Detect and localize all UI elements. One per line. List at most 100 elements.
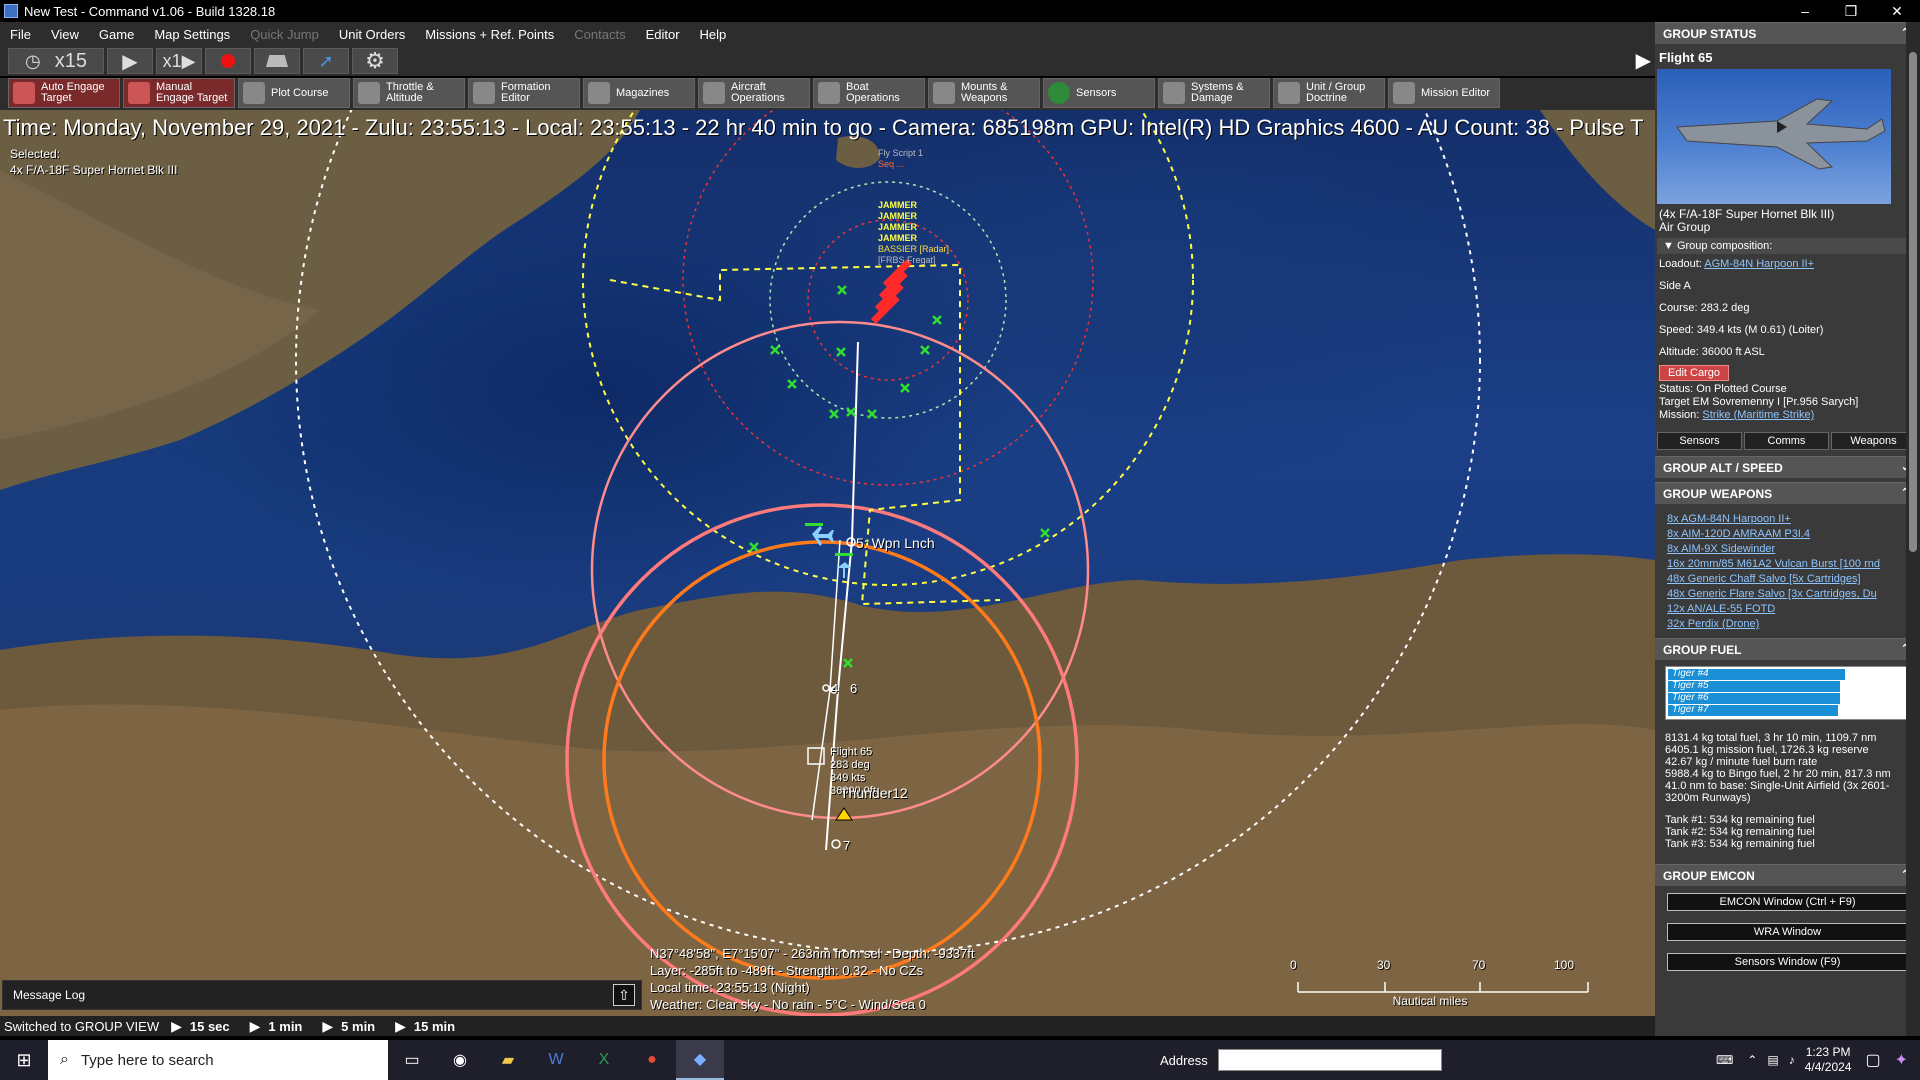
mission-editor-button[interactable]: Mission Editor <box>1388 78 1500 108</box>
group-fuel-header[interactable]: GROUP FUEL ⌃ <box>1655 638 1920 660</box>
file-explorer-icon[interactable]: ▰ <box>484 1040 532 1080</box>
sensors-window-button[interactable]: Sensors Window (F9) <box>1667 953 1908 971</box>
tool-label: Systems & Damage <box>1191 81 1244 104</box>
settings-button[interactable]: ⚙ <box>352 48 398 74</box>
panel-scrollbar[interactable] <box>1906 22 1920 1036</box>
auto-engage-button[interactable]: Auto Engage Target <box>8 78 120 108</box>
step-button[interactable]: x1 ▶ <box>156 48 202 74</box>
group-alt-speed-header[interactable]: GROUP ALT / SPEED ⌄ <box>1655 456 1920 478</box>
scale-tick-70: 70 <box>1472 958 1486 972</box>
keyboard-icon[interactable]: ⌨ <box>1716 1053 1733 1067</box>
app-icon-1[interactable]: ◉ <box>436 1040 484 1080</box>
tactical-map[interactable]: Fly Script 1 Seq ... JAMMER JAMMER JAMME… <box>0 110 1655 1016</box>
weapon-item[interactable]: 8x AIM-9X Sidewinder <box>1667 542 1908 557</box>
systems-damage-button[interactable]: Systems & Damage <box>1158 78 1270 108</box>
jump-button[interactable]: ➚ <box>303 48 349 74</box>
group-emcon-header[interactable]: GROUP EMCON ⌃ <box>1655 864 1920 886</box>
pause-ui-button[interactable] <box>254 48 300 74</box>
menu-map-settings[interactable]: Map Settings <box>144 27 240 42</box>
emcon-window-button[interactable]: EMCON Window (Ctrl + F9) <box>1667 893 1908 911</box>
menu-editor[interactable]: Editor <box>636 27 690 42</box>
sensors-button[interactable]: Sensors <box>1043 78 1155 108</box>
tray-clock[interactable]: 1:23 PM 4/4/2024 <box>1805 1045 1852 1075</box>
start-button[interactable]: ⊞ <box>0 1040 48 1080</box>
weapon-item[interactable]: 8x AGM-84N Harpoon II+ <box>1667 512 1908 527</box>
fuel-bar: Tiger #5 <box>1668 680 1907 692</box>
notification-icon[interactable]: ▢ <box>1865 1050 1880 1070</box>
time-compression-button[interactable]: ◷ x15 <box>8 48 104 74</box>
boat-operations-button[interactable]: Boat Operations <box>813 78 925 108</box>
selected-label: Selected: <box>10 147 61 161</box>
menu-file[interactable]: File <box>0 27 41 42</box>
tool-label: Manual Engage Target <box>156 81 228 104</box>
expand-log-button[interactable]: ⇧ <box>613 984 635 1006</box>
loadout-link[interactable]: AGM-84N Harpoon II+ <box>1704 258 1814 270</box>
record-button[interactable] <box>205 48 251 74</box>
weapon-item[interactable]: 32x Perdix (Drone) <box>1667 617 1908 632</box>
mounts-weapons-button[interactable]: Mounts & Weapons <box>928 78 1040 108</box>
weapon-item[interactable]: 48x Generic Chaff Salvo [5x Cartridges] <box>1667 572 1908 587</box>
formation-editor-button[interactable]: Formation Editor <box>468 78 580 108</box>
menu-game[interactable]: Game <box>89 27 144 42</box>
step-15sec[interactable]: 15 sec <box>190 1019 230 1034</box>
plot-course-icon <box>243 82 265 104</box>
fuel-line: Tank #3: 534 kg remaining fuel <box>1665 838 1815 850</box>
network-icon[interactable]: ▤ <box>1767 1053 1778 1067</box>
weapon-item[interactable]: 8x AIM-120D AMRAAM P3I.4 <box>1667 527 1908 542</box>
plot-course-button[interactable]: Plot Course <box>238 78 350 108</box>
taskbar-search[interactable]: ⌕ Type here to search <box>48 1040 388 1080</box>
group-weapons-header[interactable]: GROUP WEAPONS ⌃ <box>1655 482 1920 504</box>
scrollbar-thumb[interactable] <box>1909 52 1917 552</box>
menu-missions[interactable]: Missions + Ref. Points <box>415 27 564 42</box>
address-input[interactable] <box>1217 1049 1442 1071</box>
aircraft-icon <box>703 82 725 104</box>
menu-view[interactable]: View <box>41 27 89 42</box>
step-5min[interactable]: 5 min <box>341 1019 375 1034</box>
task-view-icon[interactable]: ▭ <box>388 1040 436 1080</box>
edit-cargo-button[interactable]: Edit Cargo <box>1659 365 1729 381</box>
menu-help[interactable]: Help <box>690 27 737 42</box>
aircraft-operations-button[interactable]: Aircraft Operations <box>698 78 810 108</box>
weapon-item[interactable]: 48x Generic Flare Salvo [3x Cartridges, … <box>1667 587 1908 602</box>
scale-tick-100: 100 <box>1554 958 1575 972</box>
word-icon[interactable]: W <box>532 1040 580 1080</box>
doctrine-button[interactable]: Unit / Group Doctrine <box>1273 78 1385 108</box>
contact-label: JAMMER <box>878 222 918 232</box>
chevron-up-icon[interactable]: ⌃ <box>1747 1053 1757 1067</box>
play-arrow-icon: ▶ <box>322 1017 334 1034</box>
menu-unit-orders[interactable]: Unit Orders <box>329 27 415 42</box>
volume-icon[interactable]: ♪ <box>1789 1053 1795 1067</box>
fuel-line: 41.0 nm to base: Single-Unit Airfield (3… <box>1665 780 1890 804</box>
chrome-icon[interactable]: ● <box>628 1040 676 1080</box>
command-taskbar-icon[interactable]: ◆ <box>676 1040 724 1080</box>
magazines-button[interactable]: Magazines <box>583 78 695 108</box>
step-15min[interactable]: 15 min <box>414 1019 455 1034</box>
tab-comms[interactable]: Comms <box>1744 432 1829 450</box>
thunder-label: Thunder12 <box>840 785 908 801</box>
section-title: GROUP EMCON <box>1663 868 1755 883</box>
weapon-item[interactable]: 12x AN/ALE-55 FOTD <box>1667 602 1908 617</box>
close-button[interactable]: ✕ <box>1874 0 1920 22</box>
group-status-header[interactable]: GROUP STATUS ⌃ <box>1655 22 1920 44</box>
copilot-icon[interactable]: ✦ <box>1895 1050 1908 1070</box>
excel-icon[interactable]: X <box>580 1040 628 1080</box>
speed: Speed: 349.4 kts (M 0.61) (Loiter) <box>1659 324 1824 336</box>
expand-panel-icon[interactable]: ▶ <box>1636 48 1651 73</box>
address-label: Address <box>1160 1052 1208 1068</box>
friendly-marker-green-2 <box>835 553 853 556</box>
tab-sensors[interactable]: Sensors <box>1657 432 1742 450</box>
cursor-local-time: Local time: 23:55:13 (Night) <box>650 980 810 995</box>
minimize-button[interactable]: – <box>1782 0 1828 22</box>
weapon-item[interactable]: 16x 20mm/85 M61A2 Vulcan Burst [100 rnd <box>1667 557 1908 572</box>
restore-button[interactable]: ❐ <box>1828 0 1874 22</box>
step-1min[interactable]: 1 min <box>268 1019 302 1034</box>
clock-icon: ◷ <box>25 50 41 71</box>
mission-link[interactable]: Strike (Maritime Strike) <box>1702 409 1814 421</box>
wra-window-button[interactable]: WRA Window <box>1667 923 1908 941</box>
manual-engage-button[interactable]: Manual Engage Target <box>123 78 235 108</box>
tab-weapons[interactable]: Weapons <box>1831 432 1916 450</box>
message-log-bar[interactable]: Message Log ⇧ <box>2 980 642 1010</box>
group-composition-toggle[interactable]: ▼ Group composition: <box>1657 238 1918 254</box>
play-button[interactable]: ▶ <box>107 48 153 74</box>
throttle-altitude-button[interactable]: Throttle & Altitude <box>353 78 465 108</box>
